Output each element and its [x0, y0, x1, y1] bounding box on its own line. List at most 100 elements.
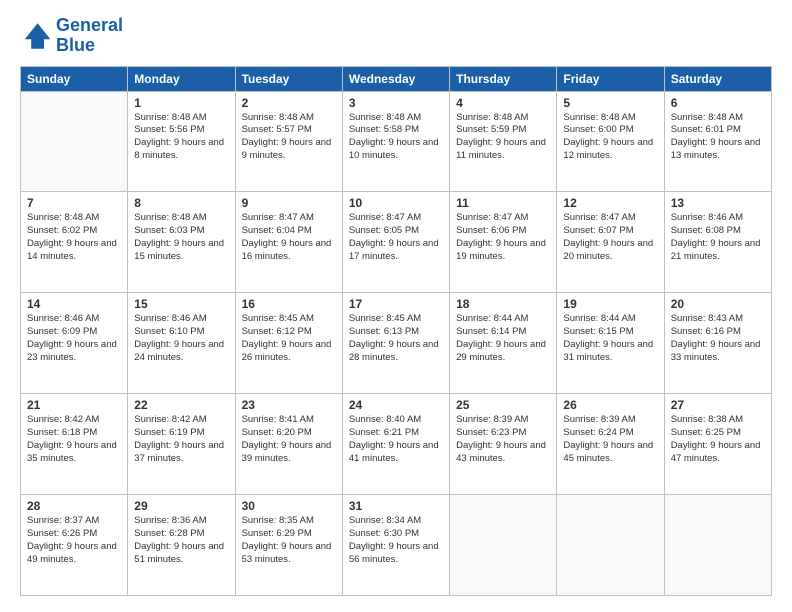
day-number: 10	[349, 196, 443, 210]
day-number: 26	[563, 398, 657, 412]
logo: General Blue	[20, 16, 123, 56]
calendar-cell: 22 Sunrise: 8:42 AMSunset: 6:19 PMDaylig…	[128, 394, 235, 495]
calendar-week-row: 1 Sunrise: 8:48 AMSunset: 5:56 PMDayligh…	[21, 91, 772, 192]
calendar-cell: 6 Sunrise: 8:48 AMSunset: 6:01 PMDayligh…	[664, 91, 771, 192]
calendar-table: SundayMondayTuesdayWednesdayThursdayFrid…	[20, 66, 772, 596]
cell-info: Sunrise: 8:42 AMSunset: 6:19 PMDaylight:…	[134, 414, 228, 465]
calendar-cell: 16 Sunrise: 8:45 AMSunset: 6:12 PMDaylig…	[235, 293, 342, 394]
cell-info: Sunrise: 8:47 AMSunset: 6:07 PMDaylight:…	[563, 212, 657, 263]
calendar-cell: 25 Sunrise: 8:39 AMSunset: 6:23 PMDaylig…	[450, 394, 557, 495]
calendar-week-row: 14 Sunrise: 8:46 AMSunset: 6:09 PMDaylig…	[21, 293, 772, 394]
day-number: 12	[563, 196, 657, 210]
calendar-week-row: 28 Sunrise: 8:37 AMSunset: 6:26 PMDaylig…	[21, 495, 772, 596]
calendar-cell: 19 Sunrise: 8:44 AMSunset: 6:15 PMDaylig…	[557, 293, 664, 394]
cell-info: Sunrise: 8:47 AMSunset: 6:05 PMDaylight:…	[349, 212, 443, 263]
calendar-cell: 7 Sunrise: 8:48 AMSunset: 6:02 PMDayligh…	[21, 192, 128, 293]
day-number: 30	[242, 499, 336, 513]
day-number: 3	[349, 96, 443, 110]
cell-info: Sunrise: 8:48 AMSunset: 6:00 PMDaylight:…	[563, 112, 657, 163]
calendar-cell: 23 Sunrise: 8:41 AMSunset: 6:20 PMDaylig…	[235, 394, 342, 495]
calendar-cell: 4 Sunrise: 8:48 AMSunset: 5:59 PMDayligh…	[450, 91, 557, 192]
day-number: 7	[27, 196, 121, 210]
calendar-cell: 21 Sunrise: 8:42 AMSunset: 6:18 PMDaylig…	[21, 394, 128, 495]
calendar-cell: 18 Sunrise: 8:44 AMSunset: 6:14 PMDaylig…	[450, 293, 557, 394]
cell-info: Sunrise: 8:35 AMSunset: 6:29 PMDaylight:…	[242, 515, 336, 566]
cell-info: Sunrise: 8:38 AMSunset: 6:25 PMDaylight:…	[671, 414, 765, 465]
calendar-cell: 2 Sunrise: 8:48 AMSunset: 5:57 PMDayligh…	[235, 91, 342, 192]
day-number: 13	[671, 196, 765, 210]
cell-info: Sunrise: 8:44 AMSunset: 6:14 PMDaylight:…	[456, 313, 550, 364]
cell-info: Sunrise: 8:46 AMSunset: 6:10 PMDaylight:…	[134, 313, 228, 364]
calendar-cell: 12 Sunrise: 8:47 AMSunset: 6:07 PMDaylig…	[557, 192, 664, 293]
cell-info: Sunrise: 8:48 AMSunset: 5:59 PMDaylight:…	[456, 112, 550, 163]
weekday-header: Wednesday	[342, 66, 449, 91]
calendar-cell: 10 Sunrise: 8:47 AMSunset: 6:05 PMDaylig…	[342, 192, 449, 293]
weekday-header-row: SundayMondayTuesdayWednesdayThursdayFrid…	[21, 66, 772, 91]
day-number: 20	[671, 297, 765, 311]
calendar-cell: 9 Sunrise: 8:47 AMSunset: 6:04 PMDayligh…	[235, 192, 342, 293]
day-number: 27	[671, 398, 765, 412]
cell-info: Sunrise: 8:48 AMSunset: 6:01 PMDaylight:…	[671, 112, 765, 163]
calendar-cell: 17 Sunrise: 8:45 AMSunset: 6:13 PMDaylig…	[342, 293, 449, 394]
calendar-cell	[21, 91, 128, 192]
cell-info: Sunrise: 8:48 AMSunset: 6:02 PMDaylight:…	[27, 212, 121, 263]
logo-text: General Blue	[56, 16, 123, 56]
cell-info: Sunrise: 8:39 AMSunset: 6:24 PMDaylight:…	[563, 414, 657, 465]
calendar-cell: 27 Sunrise: 8:38 AMSunset: 6:25 PMDaylig…	[664, 394, 771, 495]
day-number: 28	[27, 499, 121, 513]
calendar-cell: 5 Sunrise: 8:48 AMSunset: 6:00 PMDayligh…	[557, 91, 664, 192]
weekday-header: Monday	[128, 66, 235, 91]
day-number: 9	[242, 196, 336, 210]
calendar-cell: 13 Sunrise: 8:46 AMSunset: 6:08 PMDaylig…	[664, 192, 771, 293]
cell-info: Sunrise: 8:42 AMSunset: 6:18 PMDaylight:…	[27, 414, 121, 465]
cell-info: Sunrise: 8:41 AMSunset: 6:20 PMDaylight:…	[242, 414, 336, 465]
logo-icon	[20, 20, 52, 52]
calendar-cell: 1 Sunrise: 8:48 AMSunset: 5:56 PMDayligh…	[128, 91, 235, 192]
day-number: 1	[134, 96, 228, 110]
calendar-cell: 30 Sunrise: 8:35 AMSunset: 6:29 PMDaylig…	[235, 495, 342, 596]
cell-info: Sunrise: 8:48 AMSunset: 5:56 PMDaylight:…	[134, 112, 228, 163]
weekday-header: Saturday	[664, 66, 771, 91]
cell-info: Sunrise: 8:34 AMSunset: 6:30 PMDaylight:…	[349, 515, 443, 566]
calendar-cell: 3 Sunrise: 8:48 AMSunset: 5:58 PMDayligh…	[342, 91, 449, 192]
calendar-cell: 11 Sunrise: 8:47 AMSunset: 6:06 PMDaylig…	[450, 192, 557, 293]
calendar-cell	[450, 495, 557, 596]
day-number: 5	[563, 96, 657, 110]
weekday-header: Tuesday	[235, 66, 342, 91]
cell-info: Sunrise: 8:37 AMSunset: 6:26 PMDaylight:…	[27, 515, 121, 566]
cell-info: Sunrise: 8:45 AMSunset: 6:12 PMDaylight:…	[242, 313, 336, 364]
cell-info: Sunrise: 8:47 AMSunset: 6:04 PMDaylight:…	[242, 212, 336, 263]
weekday-header: Friday	[557, 66, 664, 91]
day-number: 8	[134, 196, 228, 210]
calendar-cell: 26 Sunrise: 8:39 AMSunset: 6:24 PMDaylig…	[557, 394, 664, 495]
calendar-week-row: 21 Sunrise: 8:42 AMSunset: 6:18 PMDaylig…	[21, 394, 772, 495]
weekday-header: Thursday	[450, 66, 557, 91]
page: General Blue SundayMondayTuesdayWednesda…	[0, 0, 792, 612]
calendar-cell	[557, 495, 664, 596]
day-number: 31	[349, 499, 443, 513]
day-number: 25	[456, 398, 550, 412]
calendar-week-row: 7 Sunrise: 8:48 AMSunset: 6:02 PMDayligh…	[21, 192, 772, 293]
calendar-cell: 24 Sunrise: 8:40 AMSunset: 6:21 PMDaylig…	[342, 394, 449, 495]
day-number: 15	[134, 297, 228, 311]
day-number: 14	[27, 297, 121, 311]
day-number: 16	[242, 297, 336, 311]
cell-info: Sunrise: 8:48 AMSunset: 5:58 PMDaylight:…	[349, 112, 443, 163]
day-number: 23	[242, 398, 336, 412]
day-number: 21	[27, 398, 121, 412]
day-number: 4	[456, 96, 550, 110]
day-number: 11	[456, 196, 550, 210]
calendar-cell	[664, 495, 771, 596]
calendar-cell: 14 Sunrise: 8:46 AMSunset: 6:09 PMDaylig…	[21, 293, 128, 394]
day-number: 19	[563, 297, 657, 311]
day-number: 29	[134, 499, 228, 513]
cell-info: Sunrise: 8:36 AMSunset: 6:28 PMDaylight:…	[134, 515, 228, 566]
cell-info: Sunrise: 8:45 AMSunset: 6:13 PMDaylight:…	[349, 313, 443, 364]
cell-info: Sunrise: 8:46 AMSunset: 6:08 PMDaylight:…	[671, 212, 765, 263]
cell-info: Sunrise: 8:43 AMSunset: 6:16 PMDaylight:…	[671, 313, 765, 364]
day-number: 17	[349, 297, 443, 311]
day-number: 22	[134, 398, 228, 412]
calendar-cell: 8 Sunrise: 8:48 AMSunset: 6:03 PMDayligh…	[128, 192, 235, 293]
cell-info: Sunrise: 8:46 AMSunset: 6:09 PMDaylight:…	[27, 313, 121, 364]
cell-info: Sunrise: 8:48 AMSunset: 5:57 PMDaylight:…	[242, 112, 336, 163]
